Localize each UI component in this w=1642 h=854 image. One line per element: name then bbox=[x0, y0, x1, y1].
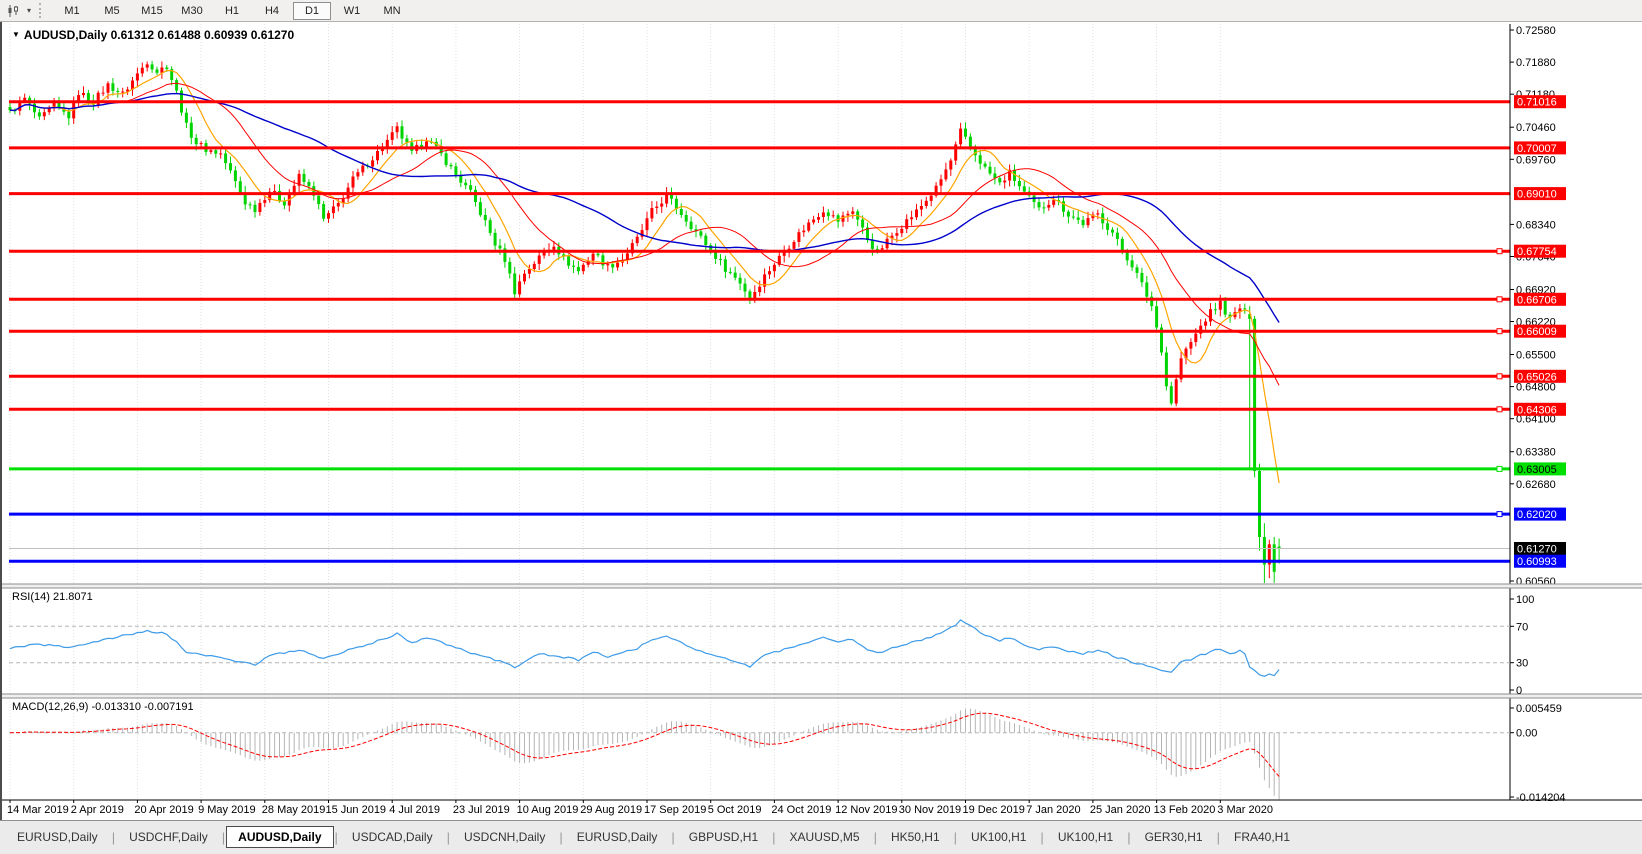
svg-text:0.69760: 0.69760 bbox=[1516, 154, 1556, 166]
svg-text:0.70007: 0.70007 bbox=[1517, 143, 1557, 155]
chart-tab-fra40-h1[interactable]: FRA40,H1 bbox=[1221, 827, 1303, 847]
pane-separator[interactable] bbox=[2, 584, 1642, 588]
chart-tab-eurusd-daily[interactable]: EURUSD,Daily bbox=[564, 827, 671, 847]
svg-text:9 May 2019: 9 May 2019 bbox=[198, 804, 255, 816]
svg-text:0.72580: 0.72580 bbox=[1516, 25, 1556, 37]
svg-text:3 Mar 2020: 3 Mar 2020 bbox=[1217, 804, 1273, 816]
svg-text:0.63005: 0.63005 bbox=[1517, 464, 1557, 476]
timeframe-button-m5[interactable]: M5 bbox=[93, 2, 131, 20]
chart-tab-audusd-daily[interactable]: AUDUSD,Daily bbox=[226, 826, 333, 848]
pane-separator[interactable] bbox=[2, 694, 1642, 698]
svg-text:-0.014204: -0.014204 bbox=[1516, 792, 1566, 804]
svg-text:13 Feb 2020: 13 Feb 2020 bbox=[1154, 804, 1216, 816]
timeframe-button-mn[interactable]: MN bbox=[373, 2, 411, 20]
svg-text:30: 30 bbox=[1516, 658, 1528, 670]
svg-text:2 Apr 2019: 2 Apr 2019 bbox=[71, 804, 124, 816]
chart-tab-uk100-h1[interactable]: UK100,H1 bbox=[1045, 827, 1126, 847]
svg-text:19 Dec 2019: 19 Dec 2019 bbox=[963, 804, 1025, 816]
timeframe-button-h4[interactable]: H4 bbox=[253, 2, 291, 20]
timeframe-button-h1[interactable]: H1 bbox=[213, 2, 251, 20]
svg-text:100: 100 bbox=[1516, 594, 1534, 606]
chart-tab-usdcad-daily[interactable]: USDCAD,Daily bbox=[339, 827, 446, 847]
chart-ohlc-values: 0.61312 0.61488 0.60939 0.61270 bbox=[111, 28, 295, 42]
svg-text:0.005459: 0.005459 bbox=[1516, 703, 1562, 715]
svg-text:0.64306: 0.64306 bbox=[1517, 404, 1557, 416]
svg-text:0.63380: 0.63380 bbox=[1516, 447, 1556, 459]
rsi-label: RSI(14) 21.8071 bbox=[12, 591, 93, 603]
chart-title-overlay: ▼ AUDUSD,Daily 0.61312 0.61488 0.60939 0.… bbox=[12, 28, 294, 42]
timeframe-buttons: M1M5M15M30H1H4D1W1MN bbox=[52, 0, 412, 22]
svg-text:0.65026: 0.65026 bbox=[1517, 371, 1557, 383]
chart-tab-eurusd-daily[interactable]: EURUSD,Daily bbox=[4, 827, 111, 847]
svg-text:0.62680: 0.62680 bbox=[1516, 479, 1556, 491]
dropdown-arrow-icon[interactable]: ▾ bbox=[23, 6, 35, 15]
svg-text:0.69010: 0.69010 bbox=[1517, 189, 1557, 201]
svg-text:15 Jun 2019: 15 Jun 2019 bbox=[326, 804, 387, 816]
svg-text:0.62020: 0.62020 bbox=[1517, 509, 1557, 521]
svg-text:0.71016: 0.71016 bbox=[1517, 97, 1557, 109]
chart-window: 0.725800.718800.711800.704600.697600.683… bbox=[0, 22, 1642, 820]
svg-text:0: 0 bbox=[1516, 685, 1522, 697]
svg-text:7 Jan 2020: 7 Jan 2020 bbox=[1026, 804, 1080, 816]
chart-tab-ger30-h1[interactable]: GER30,H1 bbox=[1132, 827, 1216, 847]
timeframe-button-m15[interactable]: M15 bbox=[133, 2, 171, 20]
chart-tab-usdchf-daily[interactable]: USDCHF,Daily bbox=[116, 827, 221, 847]
svg-text:28 May 2019: 28 May 2019 bbox=[262, 804, 326, 816]
chart-tab-gbpusd-h1[interactable]: GBPUSD,H1 bbox=[676, 827, 771, 847]
chart-tabs: EURUSD,Daily|USDCHF,Daily|AUDUSD,Daily|U… bbox=[4, 826, 1303, 848]
svg-text:14 Mar 2019: 14 Mar 2019 bbox=[7, 804, 69, 816]
timeframe-button-d1[interactable]: D1 bbox=[293, 2, 331, 20]
svg-text:20 Apr 2019: 20 Apr 2019 bbox=[134, 804, 193, 816]
chart-symbol-label: AUDUSD,Daily bbox=[24, 28, 107, 42]
svg-text:29 Aug 2019: 29 Aug 2019 bbox=[580, 804, 642, 816]
svg-text:23 Jul 2019: 23 Jul 2019 bbox=[453, 804, 510, 816]
svg-text:0.60993: 0.60993 bbox=[1517, 556, 1557, 568]
svg-text:0.66009: 0.66009 bbox=[1517, 326, 1557, 338]
svg-text:0.67754: 0.67754 bbox=[1517, 246, 1557, 258]
svg-text:4 Jul 2019: 4 Jul 2019 bbox=[389, 804, 440, 816]
svg-text:10 Aug 2019: 10 Aug 2019 bbox=[517, 804, 579, 816]
svg-text:25 Jan 2020: 25 Jan 2020 bbox=[1090, 804, 1151, 816]
svg-text:0.00: 0.00 bbox=[1516, 728, 1537, 740]
macd-label: MACD(12,26,9) -0.013310 -0.007191 bbox=[12, 701, 194, 713]
svg-text:30 Nov 2019: 30 Nov 2019 bbox=[899, 804, 961, 816]
collapse-triangle-icon[interactable]: ▼ bbox=[12, 30, 20, 39]
svg-text:70: 70 bbox=[1516, 621, 1528, 633]
svg-text:0.68340: 0.68340 bbox=[1516, 219, 1556, 231]
svg-text:0.70460: 0.70460 bbox=[1516, 122, 1556, 134]
svg-text:0.64800: 0.64800 bbox=[1516, 382, 1556, 394]
timeframe-button-m1[interactable]: M1 bbox=[53, 2, 91, 20]
candlestick-chart-icon[interactable] bbox=[3, 2, 23, 20]
chart-tab-bar: EURUSD,Daily|USDCHF,Daily|AUDUSD,Daily|U… bbox=[0, 820, 1642, 854]
svg-text:0.71880: 0.71880 bbox=[1516, 57, 1556, 69]
candlestick-chart-icon-glyph bbox=[6, 4, 20, 18]
svg-text:0.65500: 0.65500 bbox=[1516, 350, 1556, 362]
timeframe-button-m30[interactable]: M30 bbox=[173, 2, 211, 20]
chart-tab-hk50-h1[interactable]: HK50,H1 bbox=[878, 827, 953, 847]
chart-tab-xauusd-m5[interactable]: XAUUSD,M5 bbox=[777, 827, 873, 847]
chart-tab-usdcnh-daily[interactable]: USDCNH,Daily bbox=[451, 827, 558, 847]
svg-text:0.66706: 0.66706 bbox=[1517, 294, 1557, 306]
toolbar-grip[interactable] bbox=[39, 3, 45, 18]
chart-svg: 0.725800.718800.711800.704600.697600.683… bbox=[2, 22, 1642, 820]
chart-canvas[interactable]: 0.725800.718800.711800.704600.697600.683… bbox=[2, 22, 1642, 820]
svg-text:5 Oct 2019: 5 Oct 2019 bbox=[708, 804, 762, 816]
chart-tab-uk100-h1[interactable]: UK100,H1 bbox=[958, 827, 1039, 847]
svg-text:0.61270: 0.61270 bbox=[1517, 544, 1557, 556]
toolbar: ▾ M1M5M15M30H1H4D1W1MN bbox=[0, 0, 1642, 22]
svg-text:17 Sep 2019: 17 Sep 2019 bbox=[644, 804, 706, 816]
timeframe-button-w1[interactable]: W1 bbox=[333, 2, 371, 20]
svg-text:24 Oct 2019: 24 Oct 2019 bbox=[771, 804, 831, 816]
trading-terminal: ▾ M1M5M15M30H1H4D1W1MN 0.72580 0.71880 0.7… bbox=[0, 0, 1642, 854]
svg-text:12 Nov 2019: 12 Nov 2019 bbox=[835, 804, 897, 816]
